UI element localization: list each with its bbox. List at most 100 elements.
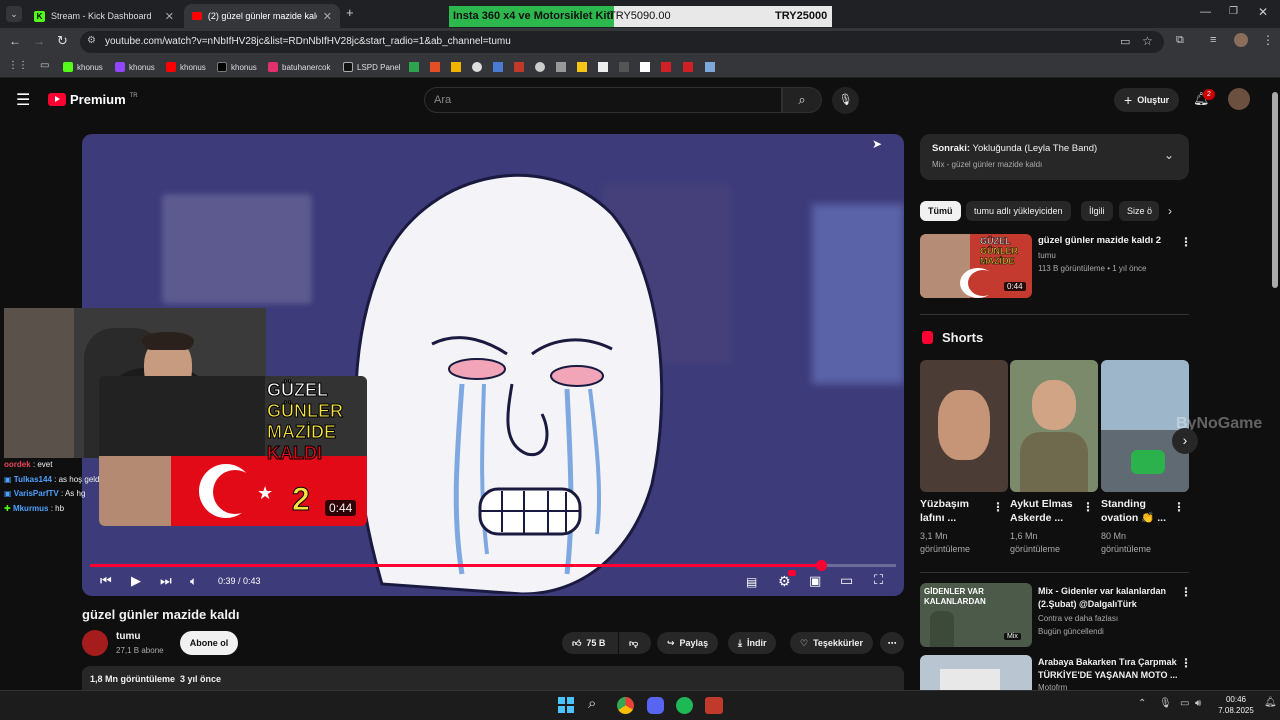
search-icon[interactable]: ⌕: [588, 695, 596, 712]
extensions-icon[interactable]: ⧉: [1176, 34, 1184, 47]
new-tab-button[interactable]: +: [346, 5, 354, 20]
app-icon[interactable]: [705, 697, 723, 714]
subtitles-icon[interactable]: ▤: [746, 575, 757, 589]
create-button[interactable]: + Oluştur: [1114, 88, 1180, 112]
chip-from-uploader[interactable]: tumu adlı yükleyiciden: [966, 201, 1071, 221]
progress-bar[interactable]: [90, 560, 896, 571]
discord-icon[interactable]: [647, 697, 664, 714]
short-title[interactable]: Yüzbaşım lafını ...: [920, 497, 969, 525]
spotify-icon[interactable]: [676, 697, 693, 714]
rec-thumbnail[interactable]: GÜZEL GÜNLER MAZİDE 0:44: [920, 234, 1032, 298]
bookmark-icon-2[interactable]: [430, 62, 440, 72]
tab-youtube-video[interactable]: (2) güzel günler mazide kaldı - ✕: [184, 4, 340, 28]
chip-related[interactable]: İlgili: [1081, 201, 1113, 221]
chrome-icon[interactable]: [617, 697, 634, 714]
bookmark-icon-8[interactable]: [556, 62, 566, 72]
volume-icon[interactable]: 🔈︎: [190, 574, 197, 589]
more-vertical-icon[interactable]: ⋮: [1180, 585, 1192, 599]
bookmark-icon-14[interactable]: [683, 62, 693, 72]
close-icon[interactable]: ✕: [165, 10, 174, 23]
menu-icon[interactable]: ⋮: [1262, 33, 1274, 47]
forward-icon[interactable]: →: [33, 34, 45, 48]
bookmark-icon-3[interactable]: [451, 62, 461, 72]
network-icon[interactable]: ▭: [1180, 698, 1189, 709]
bookmark-icon-5[interactable]: [493, 62, 503, 72]
miniplayer-icon[interactable]: ▣: [809, 573, 821, 589]
thanks-button[interactable]: ♡ Teşekkürler: [790, 632, 873, 654]
bookmark-icon-10[interactable]: [598, 62, 608, 72]
more-vertical-icon[interactable]: ⋮: [1180, 656, 1192, 670]
more-vertical-icon[interactable]: ⋮: [1180, 235, 1192, 249]
dislike-button[interactable]: 👎︎: [619, 632, 651, 654]
tray-mic-icon[interactable]: 🎙: [1159, 698, 1172, 709]
short-thumbnail[interactable]: [1010, 360, 1098, 492]
url-field[interactable]: ⚙ youtube.com/watch?v=nNbIfHV28jc&list=R…: [80, 31, 1164, 53]
fullscreen-icon[interactable]: ⛶: [874, 572, 883, 588]
subscribe-button[interactable]: Abone ol: [180, 631, 238, 655]
windows-start-icon[interactable]: [558, 697, 574, 713]
tab-search-button[interactable]: ⌄: [6, 6, 22, 22]
play-icon[interactable]: ▶: [131, 573, 141, 589]
bookmark-khonus-x[interactable]: khonus: [217, 60, 257, 74]
share-button[interactable]: ↪ Paylaş: [657, 632, 719, 654]
up-next-panel[interactable]: Sonraki: Yokluğunda (Leyla The Band) Mix…: [920, 134, 1189, 180]
notification-center-icon[interactable]: 🔔︎: [1264, 697, 1277, 708]
progress-scrubber[interactable]: [816, 560, 828, 571]
rec-thumbnail[interactable]: [920, 655, 1032, 690]
search-input[interactable]: Ara: [424, 87, 782, 113]
youtube-premium-logo[interactable]: Premium TR: [48, 92, 138, 107]
shorts-next-button[interactable]: ›: [1172, 428, 1198, 454]
short-title[interactable]: Standing ovation 👏 ...: [1101, 497, 1166, 525]
like-button[interactable]: 👍︎ 75 B: [562, 632, 618, 654]
maximize-button[interactable]: ❐: [1229, 6, 1238, 17]
chip-for-you[interactable]: Size ö: [1119, 201, 1159, 221]
bookmark-icon-4[interactable]: [472, 62, 482, 72]
account-avatar[interactable]: [1228, 88, 1250, 110]
search-button[interactable]: ⌕: [782, 87, 822, 113]
bookmark-icon-13[interactable]: [661, 62, 671, 72]
rec-title[interactable]: Arabaya Bakarken Tıra Çarpmak TÜRKİYE'DE …: [1038, 656, 1178, 682]
tab-kick-dashboard[interactable]: K Stream - Kick Dashboard ✕: [26, 4, 182, 28]
download-button[interactable]: ⤓ İndir: [728, 632, 777, 654]
previous-icon[interactable]: ⏮: [100, 573, 112, 589]
short-title[interactable]: Aykut Elmas Askerde ...: [1010, 497, 1073, 525]
description-box[interactable]: 1,8 Mn görüntüleme 3 yıl önce: [82, 666, 904, 690]
bookmark-batuhanercok[interactable]: batuhanercok: [268, 60, 330, 74]
page-scrollbar[interactable]: [1270, 84, 1280, 690]
scrollbar-thumb[interactable]: [1272, 92, 1278, 288]
bookmark-icon-15[interactable]: [705, 62, 715, 72]
folder-icon[interactable]: ▭: [40, 60, 49, 71]
rec-channel[interactable]: tumu: [1038, 251, 1056, 260]
chevron-right-icon[interactable]: ›: [1168, 204, 1172, 218]
bookmark-lspd-panel[interactable]: LSPD Panel: [343, 60, 401, 74]
ad-banner[interactable]: Insta 360 x4 ve Motorsiklet Kiti TRY5090…: [449, 6, 832, 27]
theater-mode-icon[interactable]: ▭: [840, 572, 853, 589]
chevron-down-icon[interactable]: ⌄: [1164, 148, 1174, 162]
voice-search-button[interactable]: 🎙: [832, 87, 859, 114]
mix-thumbnail[interactable]: GİDENLER VAR KALANLARDAN Mix: [920, 583, 1032, 647]
bookmark-icon-12[interactable]: [640, 62, 650, 72]
media-icon[interactable]: ≡: [1210, 34, 1216, 46]
reload-icon[interactable]: ↻: [57, 33, 68, 49]
profile-avatar[interactable]: [1234, 33, 1248, 47]
minimize-button[interactable]: —: [1200, 6, 1211, 18]
clock[interactable]: 00:46 7.08.2025: [1216, 694, 1256, 716]
tray-chevron-icon[interactable]: ⌃: [1138, 698, 1146, 709]
bookmark-star-icon[interactable]: ☆: [1142, 34, 1153, 48]
channel-avatar[interactable]: [82, 630, 108, 656]
site-info-icon[interactable]: ⚙: [87, 35, 96, 46]
more-vertical-icon[interactable]: ⋮: [1173, 500, 1185, 514]
window-close-button[interactable]: ✕: [1258, 5, 1268, 19]
back-icon[interactable]: ←: [9, 34, 21, 48]
channel-name[interactable]: tumu: [116, 631, 140, 642]
bookmark-icon-1[interactable]: [409, 62, 419, 72]
bookmark-icon-9[interactable]: [577, 62, 587, 72]
bookmark-khonus-twitch[interactable]: khonus: [115, 60, 155, 74]
more-vertical-icon[interactable]: ⋮: [992, 500, 1004, 514]
bookmark-khonus-kick[interactable]: khonus: [63, 60, 103, 74]
apps-icon[interactable]: ⋮⋮: [8, 60, 28, 71]
hamburger-menu-icon[interactable]: ☰: [16, 90, 30, 110]
mix-title[interactable]: Mix - Gidenler var kalanlardan (2.Şubat) …: [1038, 585, 1166, 611]
close-icon[interactable]: ✕: [323, 10, 332, 23]
more-vertical-icon[interactable]: ⋮: [1082, 500, 1094, 514]
